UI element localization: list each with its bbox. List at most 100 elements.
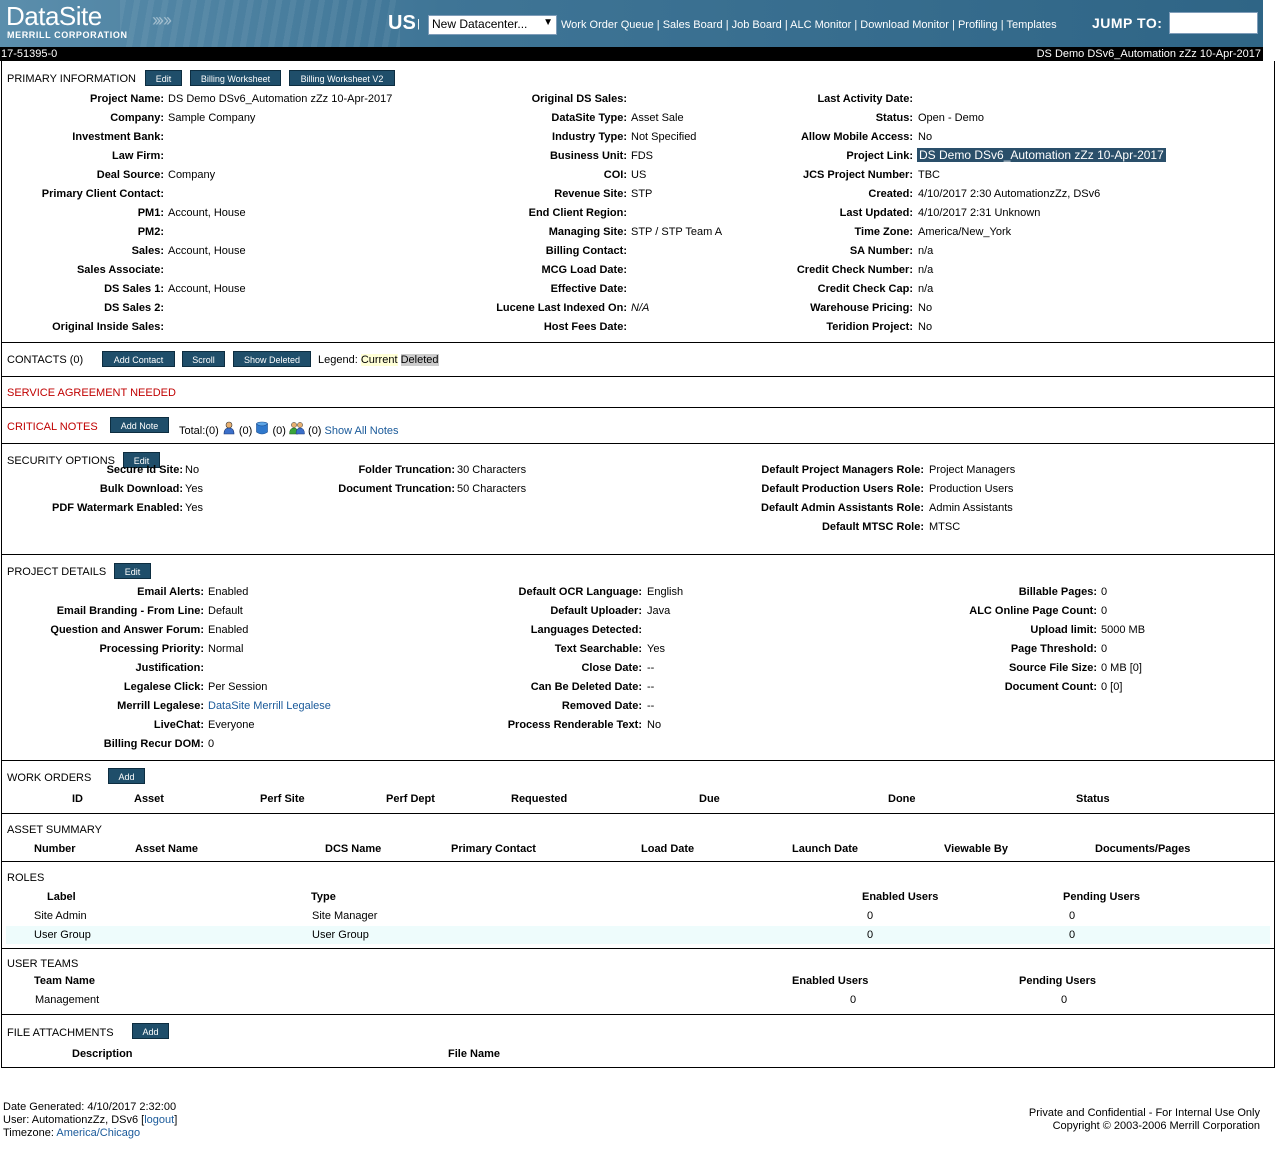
notes-counts: Total:(0) (0) (0) (0) Show All Notes [179, 421, 399, 437]
col-asset[interactable]: Asset [134, 793, 164, 805]
field-value: America/New_York [918, 226, 1012, 238]
timezone-link[interactable]: America/Chicago [56, 1127, 140, 1139]
add-contact-button[interactable]: Add Contact [102, 351, 175, 367]
add-work-order-button[interactable]: Add [108, 768, 145, 784]
section-title-primary: PRIMARY INFORMATION [7, 73, 136, 85]
show-deleted-button[interactable]: Show Deleted [233, 351, 311, 367]
col-id[interactable]: ID [72, 793, 83, 805]
field-label: Processing Priority: [99, 643, 204, 655]
datasite-logo[interactable]: DataSite [6, 2, 102, 30]
field-value: Per Session [208, 681, 268, 693]
field-label: Upload limit: [1030, 624, 1097, 636]
field-label: LiveChat: [153, 719, 204, 731]
person-icon [223, 421, 235, 435]
field-value: STP / STP Team A [631, 226, 723, 238]
legend-label: Legend: [318, 354, 358, 366]
nav-download-monitor[interactable]: Download Monitor [860, 19, 949, 31]
field-value: n/a [918, 264, 934, 276]
nav-sales-board[interactable]: Sales Board [663, 19, 723, 31]
nav-templates[interactable]: Templates [1006, 19, 1056, 31]
field-label: DS Sales 1: [104, 283, 164, 295]
edit-primary-button[interactable]: Edit [145, 70, 182, 86]
field-value: Account, House [168, 283, 246, 295]
role-label[interactable]: Site Admin [34, 910, 87, 922]
col-done[interactable]: Done [888, 793, 916, 805]
field-label: Managing Site: [548, 226, 627, 238]
edit-details-button[interactable]: Edit [114, 563, 151, 579]
field-value: Everyone [208, 719, 255, 731]
top-nav: Work Order Queue | Sales Board | Job Boa… [561, 19, 1057, 31]
file-attachments-section: FILE ATTACHMENTS Add Description File Na… [2, 1015, 1274, 1068]
field-value: 30 Characters [457, 464, 527, 476]
nav-job-board[interactable]: Job Board [732, 19, 782, 31]
col-asset-name: Asset Name [135, 843, 198, 855]
col-description: Description [72, 1048, 133, 1060]
field-label: Company: [110, 112, 164, 124]
nav-profiling[interactable]: Profiling [958, 19, 998, 31]
col-due[interactable]: Due [699, 793, 720, 805]
field-value: No [918, 321, 933, 333]
project-link[interactable]: DS Demo DSv6_Automation zZz 10-Apr-2017 [917, 148, 1166, 162]
section-title-roles: ROLES [7, 872, 45, 884]
user-teams-section: USER TEAMS Team Name Enabled Users Pendi… [2, 949, 1274, 1015]
field-value: Asset Sale [631, 112, 684, 124]
datacenter-select[interactable]: New Datacenter... ▼ [428, 15, 557, 35]
field-label: Revenue Site: [554, 188, 627, 200]
critical-notes-section: CRITICAL NOTES Add Note Total:(0) (0) (0… [2, 408, 1274, 444]
jump-to-input[interactable] [1169, 12, 1258, 34]
add-attachment-button[interactable]: Add [132, 1023, 169, 1039]
service-agreement-warning: SERVICE AGREEMENT NEEDED [7, 387, 176, 399]
project-bar: 17-51395-0 DS Demo DSv6_Automation zZz 1… [0, 47, 1263, 61]
role-label[interactable]: User Group [34, 929, 91, 941]
billing-worksheet-v2-button[interactable]: Billing Worksheet V2 [289, 70, 395, 86]
col-label: Label [47, 891, 76, 903]
jump-to-label: JUMP TO: [1092, 15, 1163, 31]
field-label: Teridion Project: [826, 321, 913, 333]
field-label: PM2: [137, 226, 164, 238]
team-enabled: 0 [850, 994, 857, 1006]
table-row [6, 926, 1270, 944]
field-label: Status: [875, 112, 913, 124]
field-value: Yes [185, 483, 203, 495]
main-content: PRIMARY INFORMATION Edit Billing Workshe… [1, 61, 1275, 1068]
billing-worksheet-button[interactable]: Billing Worksheet [190, 70, 281, 86]
field-label: Document Count: [1004, 681, 1097, 693]
notes-count-group: (0) [308, 425, 322, 437]
field-label: Can Be Deleted Date: [530, 681, 642, 693]
nav-work-order-queue[interactable]: Work Order Queue [561, 19, 654, 31]
field-label: Lucene Last Indexed On: [496, 302, 627, 314]
merrill-legalese-link[interactable]: DataSite Merrill Legalese [208, 700, 331, 712]
field-value: Default [208, 605, 243, 617]
field-label: COI: [603, 169, 627, 181]
show-all-notes-link[interactable]: Show All Notes [325, 425, 399, 437]
field-label: Last Activity Date: [817, 93, 913, 105]
merrill-logo-text: MERRILL CORPORATION [7, 30, 128, 40]
col-perf-dept[interactable]: Perf Dept [386, 793, 435, 805]
col-perf-site[interactable]: Perf Site [260, 793, 305, 805]
scroll-button[interactable]: Scroll [182, 351, 225, 367]
col-team-enabled-users: Enabled Users [792, 975, 869, 987]
field-value: No [918, 302, 933, 314]
role-pending: 0 [1069, 929, 1076, 941]
field-value: Yes [647, 643, 665, 655]
add-note-button[interactable]: Add Note [110, 417, 169, 433]
database-icon [256, 421, 269, 435]
col-status[interactable]: Status [1076, 793, 1110, 805]
field-label: Default Uploader: [550, 605, 642, 617]
field-label: PDF Watermark Enabled: [51, 502, 183, 514]
team-name[interactable]: Management [35, 994, 99, 1006]
field-value: 50 Characters [457, 483, 527, 495]
nav-alc-monitor[interactable]: ALC Monitor [790, 19, 851, 31]
logout-link[interactable]: logout [144, 1114, 174, 1126]
field-label: Removed Date: [561, 700, 642, 712]
field-value: n/a [918, 245, 934, 257]
field-label: Process Renderable Text: [507, 719, 642, 731]
field-value: DS Demo DSv6_Automation zZz 10-Apr-2017 [917, 148, 1166, 162]
field-label: Question and Answer Forum: [50, 624, 204, 636]
notes-total: Total:(0) [179, 425, 219, 437]
work-orders-section: WORK ORDERS Add ID Asset Perf Site Perf … [2, 761, 1274, 814]
footer-right: Private and Confidential - For Internal … [1029, 1107, 1260, 1133]
copyright: Copyright © 2003-2006 Merrill Corporatio… [1052, 1120, 1260, 1132]
col-requested[interactable]: Requested [511, 793, 567, 805]
col-enabled-users: Enabled Users [862, 891, 939, 903]
